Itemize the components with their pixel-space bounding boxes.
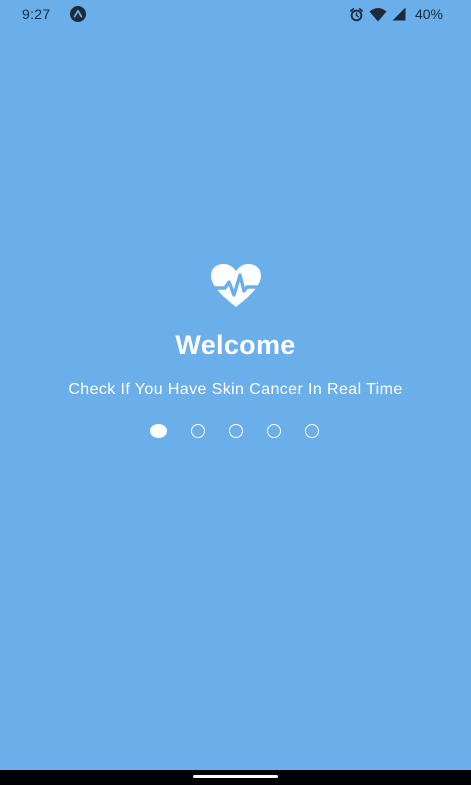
navigation-bar xyxy=(0,770,471,785)
battery-level: 40% xyxy=(414,6,443,22)
page-indicator xyxy=(0,424,471,438)
page-dot-5[interactable] xyxy=(305,424,319,438)
page-dot-4[interactable] xyxy=(267,424,281,438)
page-dot-2[interactable] xyxy=(191,424,205,438)
status-icons: 40% xyxy=(349,5,443,23)
welcome-slide: Welcome Check If You Have Skin Cancer In… xyxy=(0,262,471,438)
android-a-icon xyxy=(70,6,86,22)
wifi-icon xyxy=(369,7,387,22)
heart-pulse-icon xyxy=(0,262,471,310)
welcome-subtitle: Check If You Have Skin Cancer In Real Ti… xyxy=(68,381,403,398)
home-gesture-handle[interactable] xyxy=(193,775,278,778)
page-dot-1[interactable] xyxy=(150,424,167,438)
status-time: 9:27 xyxy=(22,6,51,22)
alarm-icon xyxy=(349,7,364,22)
status-bar: 9:27 40% xyxy=(0,0,471,28)
welcome-title: Welcome xyxy=(175,330,296,360)
signal-icon xyxy=(392,7,406,21)
page-dot-3[interactable] xyxy=(229,424,243,438)
